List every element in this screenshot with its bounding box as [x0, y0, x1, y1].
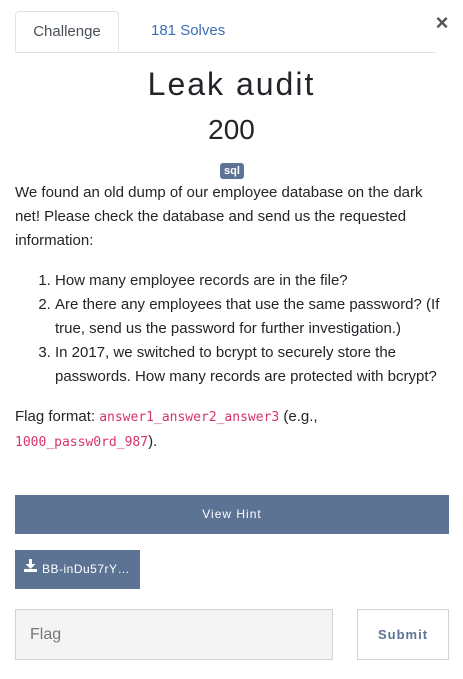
flag-format-label: Flag format: [15, 408, 100, 425]
file-name-label: BB-inDu57rY… [42, 562, 131, 576]
download-icon [24, 550, 37, 588]
challenge-title: Leak audit [147, 66, 316, 102]
view-hint-button[interactable]: View Hint [15, 495, 449, 534]
question-item: How many employee records are in the fil… [55, 269, 451, 293]
question-list: How many employee records are in the fil… [15, 269, 451, 389]
flag-format-code: answer1_answer2_answer3 [99, 410, 280, 425]
challenge-points: 200 [208, 114, 255, 145]
category-tag: sql [220, 163, 244, 179]
example-suffix: ). [148, 433, 158, 450]
download-file-button[interactable]: BB-inDu57rY… [15, 550, 140, 589]
tab-challenge[interactable]: Challenge [15, 11, 119, 52]
example-prefix: (e.g., [279, 408, 318, 425]
submit-button[interactable]: Submit [357, 609, 449, 660]
tab-solves[interactable]: 181 Solves [135, 11, 241, 51]
flag-format-text: Flag format: answer1_answer2_answer3 (e.… [15, 405, 451, 455]
tab-bar: Challenge 181 Solves [15, 11, 435, 53]
close-icon[interactable]: × [433, 11, 451, 35]
flag-input[interactable] [15, 609, 333, 660]
question-item: In 2017, we switched to bcrypt to secure… [55, 341, 451, 389]
example-code: 1000_passw0rd_987 [15, 435, 149, 450]
question-item: Are there any employees that use the sam… [55, 293, 451, 341]
challenge-description: We found an old dump of our employee dat… [15, 181, 451, 455]
intro-text: We found an old dump of our employee dat… [15, 184, 423, 249]
